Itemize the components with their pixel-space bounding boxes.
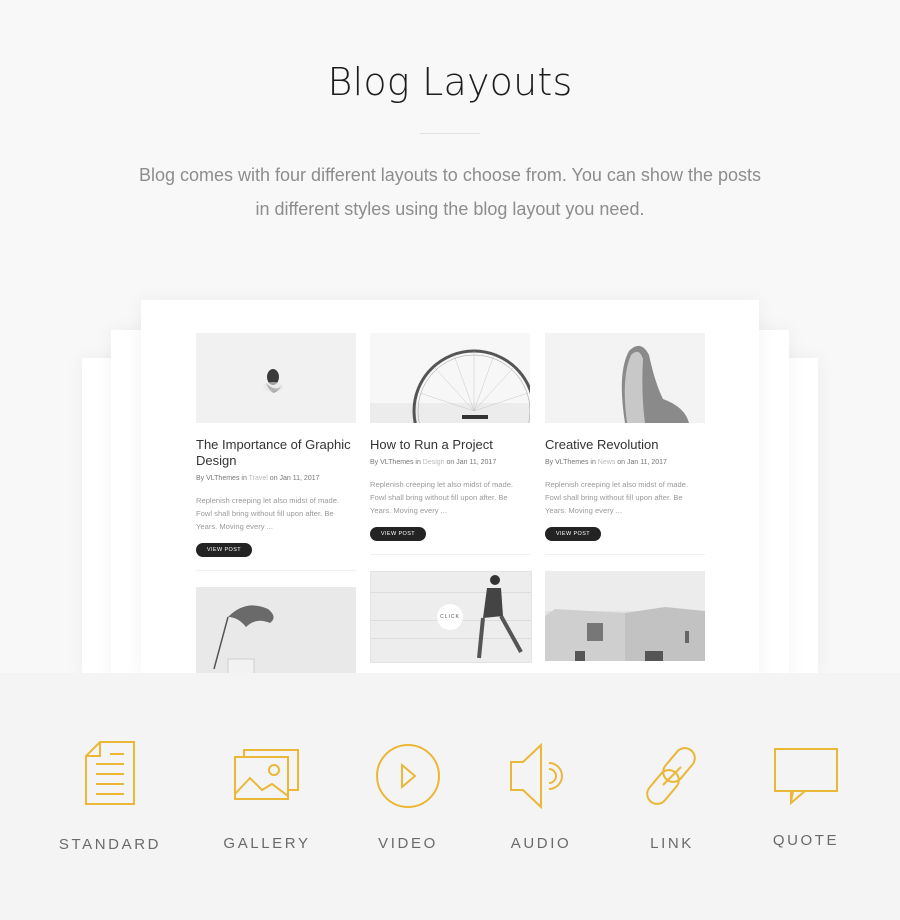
format-video-label: VIDEO <box>378 835 438 852</box>
hero-title: Blog Layouts <box>327 60 573 104</box>
post-meta: By VLThemes in Travel on Jan 11, 2017 <box>196 475 320 482</box>
post-excerpt: Replenish creeping let also midst of mad… <box>545 480 689 515</box>
post-category-link[interactable]: Travel <box>249 475 268 482</box>
hero-description: Blog comes with four different layouts t… <box>138 165 762 219</box>
format-standard[interactable] <box>84 740 136 806</box>
post-thumbnail-man[interactable]: CLICK <box>370 571 532 663</box>
plant-vase-image <box>213 605 274 687</box>
format-gallery[interactable] <box>234 748 300 804</box>
speech-bubble-icon <box>774 748 838 805</box>
format-quote[interactable] <box>773 747 839 805</box>
view-post-button[interactable]: VIEW POST <box>370 527 426 541</box>
post-thumbnail-building[interactable] <box>545 571 705 661</box>
post-meta: By VLThemes in News on Jan 11, 2017 <box>545 459 667 466</box>
speaker-icon <box>510 743 563 809</box>
chain-link-icon <box>646 747 696 805</box>
format-standard-label: STANDARD <box>58 836 162 853</box>
card-divider <box>545 554 705 555</box>
post-thumbnail-ferris-wheel[interactable] <box>370 333 530 423</box>
post-thumbnail-swimmer[interactable] <box>196 333 356 423</box>
view-post-button[interactable]: VIEW POST <box>545 527 601 541</box>
post-excerpt: Replenish creeping let also midst of mad… <box>196 496 340 531</box>
format-video[interactable] <box>375 743 441 809</box>
format-audio[interactable] <box>509 743 573 809</box>
swimmer-image <box>263 369 283 393</box>
building-image <box>545 571 705 661</box>
post-card: The Importance of Graphic Design By VLTh… <box>196 437 356 557</box>
document-icon <box>85 741 135 805</box>
post-meta: By VLThemes in Design on Jan 11, 2017 <box>370 459 497 466</box>
ferris-wheel-image <box>370 349 530 423</box>
format-link-label: LINK <box>650 835 694 852</box>
click-overlay-badge[interactable]: CLICK <box>437 604 463 630</box>
format-quote-label: QUOTE <box>772 832 840 849</box>
hero-divider <box>420 133 480 134</box>
view-post-button[interactable]: VIEW POST <box>196 543 252 557</box>
post-category-link[interactable]: News <box>598 459 616 466</box>
post-title[interactable]: How to Run a Project <box>370 437 530 453</box>
post-category-link[interactable]: Design <box>423 459 445 466</box>
post-card: How to Run a Project By VLThemes in Desi… <box>370 437 530 541</box>
post-title[interactable]: Creative Revolution <box>545 437 705 453</box>
card-divider <box>370 554 530 555</box>
post-thumbnail-plant[interactable] <box>196 587 356 687</box>
post-card: Creative Revolution By VLThemes in News … <box>545 437 705 541</box>
format-gallery-label: GALLERY <box>223 835 311 852</box>
post-thumbnail-woman[interactable] <box>545 333 705 423</box>
card-divider <box>196 570 356 571</box>
play-circle-icon <box>376 744 440 808</box>
format-audio-label: AUDIO <box>510 835 572 852</box>
post-excerpt: Replenish creeping let also midst of mad… <box>370 480 514 515</box>
gallery-icon <box>234 749 299 800</box>
woman-hair-image <box>621 345 689 423</box>
format-link[interactable] <box>639 743 705 809</box>
preview-sheet-front: The Importance of Graphic Design By VLTh… <box>141 300 759 687</box>
post-title[interactable]: The Importance of Graphic Design <box>196 437 356 469</box>
